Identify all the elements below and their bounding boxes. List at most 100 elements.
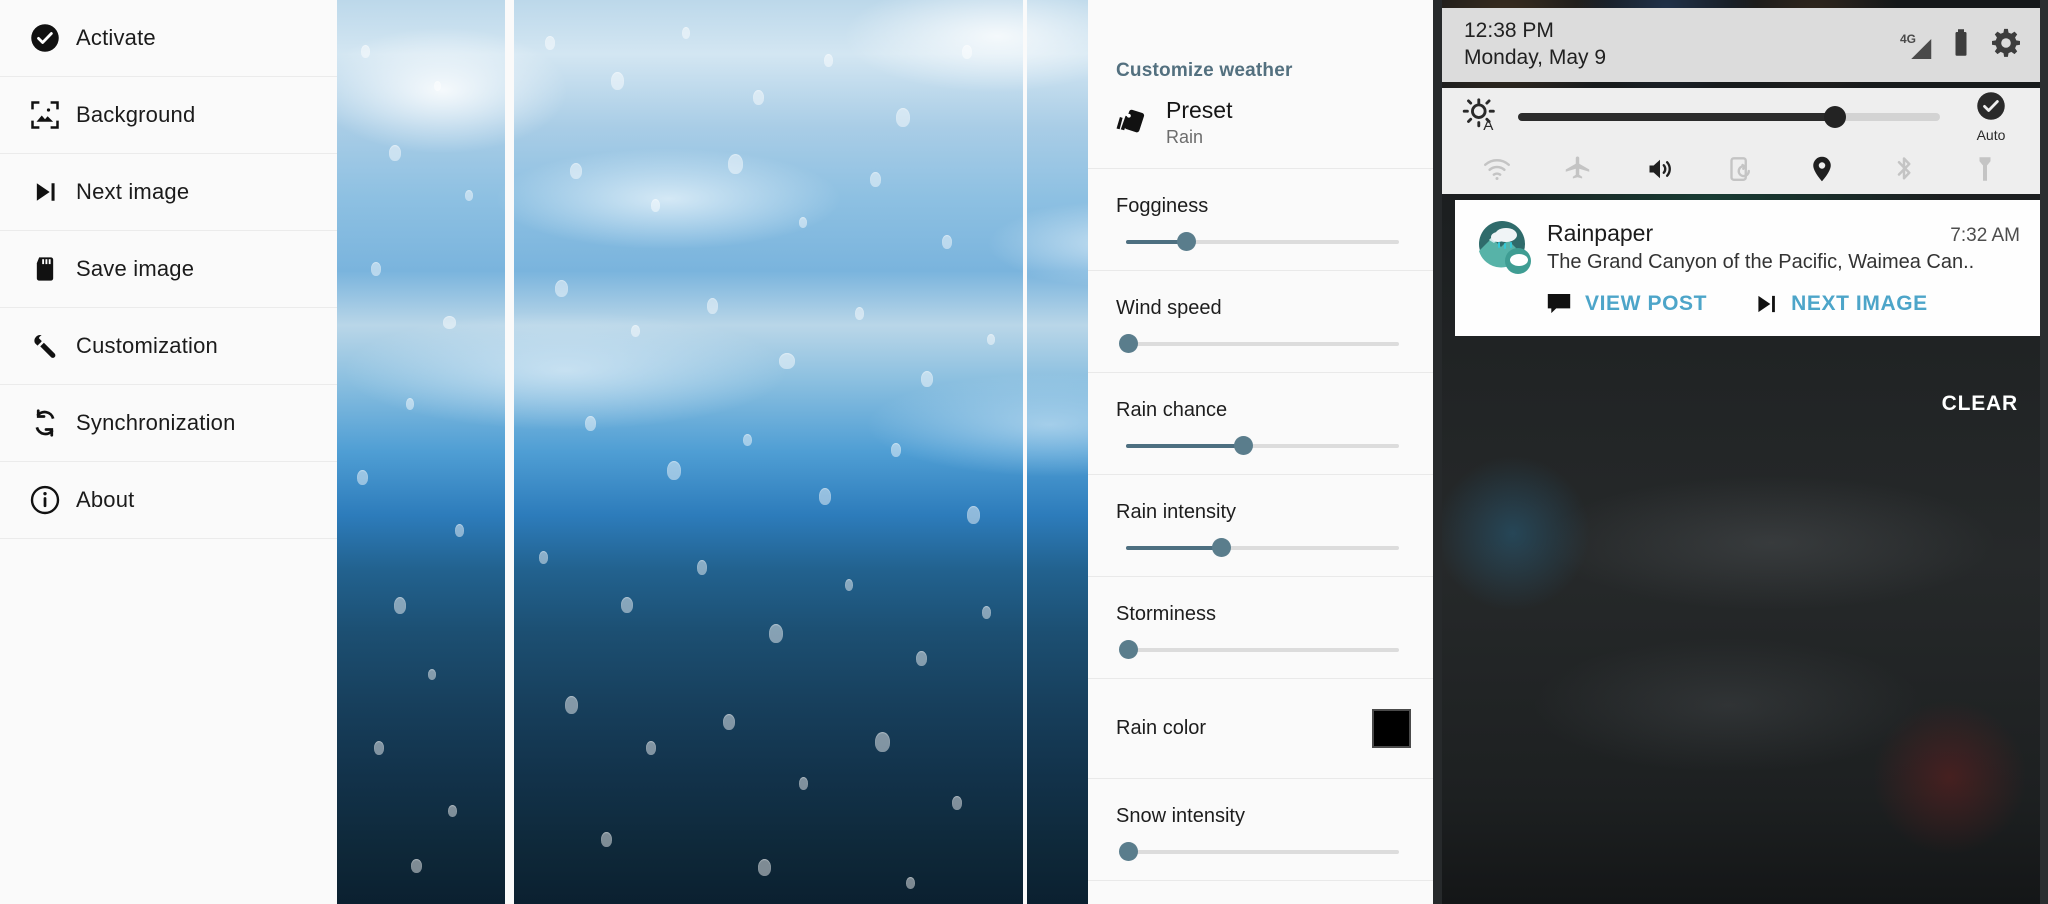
next-image-button[interactable]: NEXT IMAGE <box>1753 291 1928 317</box>
wallpaper-strip-2 <box>514 0 1023 904</box>
rain-color-row[interactable]: Rain color <box>1088 679 1433 779</box>
slider-row-wind-speed[interactable]: Wind speed <box>1088 271 1433 373</box>
customize-weather-panel: Customize weather Preset Rain Fogginess <box>1088 0 1433 904</box>
check-circle-icon <box>14 23 76 53</box>
sidebar-item-label: About <box>76 487 135 512</box>
slider-label: Rain chance <box>1116 398 1228 421</box>
preset-label: Preset <box>1166 97 1233 123</box>
slider-track[interactable] <box>1126 232 1399 252</box>
slider-row-rain-intensity[interactable]: Rain intensity <box>1088 475 1433 577</box>
sidebar-item-label: Background <box>76 102 196 127</box>
next-image-label: NEXT IMAGE <box>1791 292 1928 315</box>
sidebar-item-customization[interactable]: Customization <box>0 308 337 385</box>
wifi-icon[interactable] <box>1476 150 1518 188</box>
wallpaper-strip-1 <box>337 0 505 904</box>
location-icon[interactable] <box>1801 150 1843 188</box>
battery-icon <box>1950 28 1972 63</box>
brightness-auto-icon: A <box>1462 96 1506 139</box>
slider-track[interactable] <box>1126 538 1399 558</box>
flashlight-icon[interactable] <box>1964 150 2006 188</box>
slider-knob[interactable] <box>1212 538 1232 558</box>
wrench-icon <box>14 331 76 361</box>
slider-row-snow-intensity[interactable]: Snow intensity <box>1088 779 1433 881</box>
sync-icon <box>14 408 76 438</box>
slider-knob[interactable] <box>1233 436 1253 456</box>
sidebar-item-synchronization[interactable]: Synchronization <box>0 385 337 462</box>
rainpaper-app-icon <box>1475 218 1533 276</box>
slider-fill <box>1126 545 1222 550</box>
sidebar-item-label: Synchronization <box>76 410 236 435</box>
rotation-lock-icon[interactable] <box>1720 150 1762 188</box>
sidebar-item-save-image[interactable]: Save image <box>0 231 337 308</box>
bluetooth-icon[interactable] <box>1883 150 1925 188</box>
svg-text:A: A <box>1483 117 1494 134</box>
shade-left-edge <box>1433 0 1442 904</box>
info-circle-icon <box>14 485 76 515</box>
notification-card[interactable]: Rainpaper 7:32 AM The Grand Canyon of th… <box>1455 200 2040 336</box>
sidebar-item-background[interactable]: Background <box>0 77 337 154</box>
sidebar-item-next-image[interactable]: Next image <box>0 154 337 231</box>
auto-label: Auto <box>1976 127 2006 143</box>
signal-icon: 4G <box>1900 30 1932 60</box>
slider-track[interactable] <box>1119 842 1399 862</box>
slider-track[interactable] <box>1119 640 1399 660</box>
slider-row-rain-chance[interactable]: Rain chance <box>1088 373 1433 475</box>
sidebar-item-about[interactable]: About <box>0 462 337 539</box>
color-swatch[interactable] <box>1372 708 1411 748</box>
status-bar: 12:38 PM Monday, May 9 4G <box>1442 8 2040 82</box>
gear-icon[interactable] <box>1990 27 2022 64</box>
brightness-knob[interactable] <box>1823 106 1846 128</box>
preset-value: Rain <box>1166 126 1204 147</box>
slider-label: Rain intensity <box>1116 500 1237 523</box>
raindrop-overlay <box>514 0 1023 904</box>
brightness-slider[interactable] <box>1518 106 1940 128</box>
slider-track[interactable] <box>1119 334 1399 354</box>
brightness-fill <box>1518 113 1835 121</box>
sidebar-item-label: Activate <box>76 25 156 50</box>
auto-brightness-toggle[interactable]: Auto <box>1956 91 2026 143</box>
section-title: Customize weather <box>1116 60 1293 81</box>
clear-all-button[interactable]: CLEAR <box>1942 392 2018 416</box>
slider-knob[interactable] <box>1176 232 1196 252</box>
check-circle-icon <box>1976 92 2006 125</box>
clock-block[interactable]: 12:38 PM Monday, May 9 <box>1464 18 1606 72</box>
sd-card-icon <box>14 255 76 283</box>
slider-knob[interactable] <box>1119 334 1139 354</box>
slider-row-storminess[interactable]: Storminess <box>1088 577 1433 679</box>
sidebar-item-label: Next image <box>76 179 190 204</box>
view-post-button[interactable]: VIEW POST <box>1545 290 1707 318</box>
notification-time: 7:32 AM <box>1950 225 2020 246</box>
notification-actions: VIEW POST NEXT IMAGE <box>1475 276 2020 324</box>
slider-label: Wind speed <box>1116 296 1222 319</box>
app-root: Activate Background Next image Save imag… <box>0 0 2048 904</box>
volume-icon[interactable] <box>1639 150 1681 188</box>
slider-track[interactable] <box>1126 436 1399 456</box>
skip-next-icon <box>1753 291 1779 317</box>
notification-text: The Grand Canyon of the Pacific, Waimea … <box>1547 251 1975 273</box>
nav-drawer: Activate Background Next image Save imag… <box>0 0 337 904</box>
slider-label: Storminess <box>1116 602 1217 625</box>
image-frame-icon <box>14 100 76 130</box>
rain-color-label: Rain color <box>1116 716 1207 739</box>
sidebar-item-label: Customization <box>76 333 218 358</box>
slider-row-fogginess[interactable]: Fogginess <box>1088 169 1433 271</box>
notification-app-name: Rainpaper <box>1547 220 1654 246</box>
slider-label: Snow intensity <box>1116 804 1245 827</box>
skip-next-icon <box>14 178 76 206</box>
slider-knob[interactable] <box>1119 640 1139 660</box>
slider-knob[interactable] <box>1119 842 1139 862</box>
slider-fill <box>1126 443 1244 448</box>
sidebar-item-label: Save image <box>76 256 195 281</box>
raindrop-overlay <box>337 0 505 904</box>
status-icon-group: 4G <box>1900 27 2022 64</box>
android-notification-shade: 12:38 PM Monday, May 9 4G A Auto Rainpap… <box>1433 0 2048 904</box>
clock-time: 12:38 PM <box>1464 19 1554 43</box>
airplane-icon[interactable] <box>1557 150 1599 188</box>
sidebar-item-activate[interactable]: Activate <box>0 0 337 77</box>
slider-label: Fogginess <box>1116 194 1209 217</box>
preset-row[interactable]: Preset Rain <box>1088 82 1433 169</box>
quick-settings-panel: A Auto <box>1442 88 2040 194</box>
brightness-row: A Auto <box>1442 88 2040 146</box>
comment-icon <box>1545 290 1573 318</box>
wallpaper-image <box>1027 0 1088 904</box>
